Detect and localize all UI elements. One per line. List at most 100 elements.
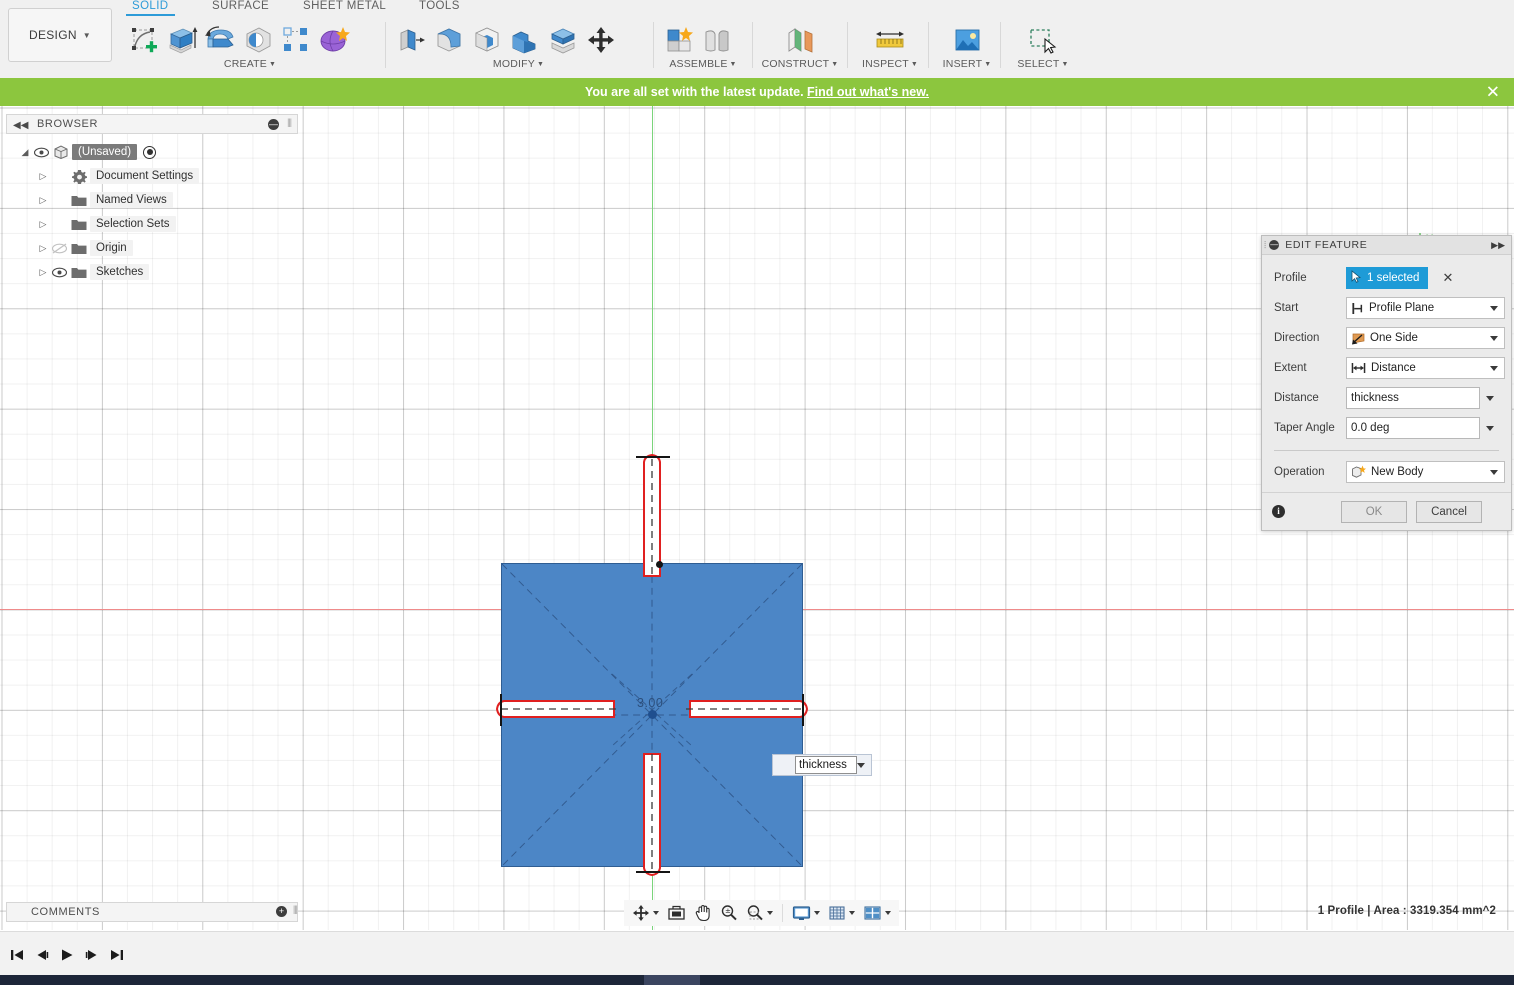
extrude-icon[interactable] — [163, 20, 201, 60]
taper-angle-input[interactable]: 0.0 deg — [1346, 417, 1480, 439]
add-comment-icon[interactable]: + — [276, 906, 287, 917]
extent-dropdown[interactable]: Distance — [1346, 357, 1505, 379]
browser-item-sketches[interactable]: ▷ Sketches — [6, 260, 298, 284]
ribbon-group-assemble-label[interactable]: ASSEMBLE ▼ — [660, 58, 746, 70]
offset-plane-icon[interactable] — [781, 20, 819, 60]
grid-snaps-icon[interactable] — [824, 901, 859, 925]
distance-input[interactable]: thickness — [1346, 387, 1480, 409]
display-settings-icon[interactable] — [788, 901, 824, 925]
revolve-icon[interactable] — [201, 20, 239, 60]
new-component-icon[interactable] — [660, 20, 698, 60]
twisty-collapsed-icon[interactable]: ▷ — [36, 243, 50, 254]
combine-icon[interactable] — [506, 20, 544, 60]
measure-icon[interactable] — [871, 20, 909, 60]
dialog-grip-icon[interactable]: ⦙ — [1264, 240, 1266, 251]
select-window-icon[interactable] — [1024, 20, 1062, 60]
press-pull-icon[interactable] — [392, 20, 430, 60]
sketch-endpoint[interactable] — [656, 561, 663, 568]
chevron-down-icon[interactable] — [1486, 425, 1494, 431]
tab-solid[interactable]: SOLID — [126, 0, 174, 16]
browser-panel: ◀◀ BROWSER — ⦀ ◢ (Unsaved) ▷ Document Se… — [6, 114, 298, 284]
look-at-icon[interactable] — [663, 901, 690, 925]
create-sketch-icon[interactable] — [125, 20, 163, 60]
info-icon[interactable]: i — [1272, 505, 1285, 518]
browser-item-named-views[interactable]: ▷ Named Views — [6, 188, 298, 212]
chevron-down-icon[interactable] — [857, 763, 865, 768]
jump-to-beginning-icon[interactable] — [4, 940, 29, 970]
chevron-down-icon[interactable] — [767, 911, 773, 915]
twisty-collapsed-icon[interactable]: ▷ — [36, 171, 50, 182]
comments-panel[interactable]: COMMENTS — [6, 902, 298, 922]
eye-icon[interactable] — [32, 147, 50, 158]
tab-tools[interactable]: TOOLS — [419, 0, 460, 12]
direction-dropdown[interactable]: One Side — [1346, 327, 1505, 349]
browser-item-origin[interactable]: ▷ Origin — [6, 236, 298, 260]
jump-to-end-icon[interactable] — [104, 940, 129, 970]
chevron-down-icon[interactable] — [1490, 365, 1498, 371]
ok-button[interactable]: OK — [1341, 500, 1407, 523]
dimension-value-input[interactable] — [795, 756, 857, 774]
eye-hidden-icon[interactable] — [50, 242, 68, 254]
ribbon-group-construct-label[interactable]: CONSTRUCT ▼ — [760, 58, 840, 70]
os-taskbar-active-app[interactable] — [644, 975, 700, 985]
step-forward-icon[interactable] — [79, 940, 104, 970]
start-dropdown[interactable]: Profile Plane — [1346, 297, 1505, 319]
chevron-down-icon[interactable] — [653, 911, 659, 915]
pan-icon[interactable] — [690, 901, 716, 925]
comments-grip-icon[interactable]: ⦀ — [293, 905, 298, 918]
step-back-icon[interactable] — [29, 940, 54, 970]
ribbon-group-select-label[interactable]: SELECT ▼ — [1008, 58, 1078, 70]
create-form-icon[interactable] — [315, 20, 353, 60]
joint-icon[interactable] — [698, 20, 736, 60]
chevron-down-icon[interactable] — [1490, 335, 1498, 341]
tab-sheet-metal[interactable]: SHEET METAL — [303, 0, 386, 12]
zoom-icon[interactable]: ± — [716, 901, 742, 925]
notification-link[interactable]: Find out what's new. — [807, 85, 929, 99]
dimension-edit-box[interactable] — [772, 754, 872, 776]
profile-select-button[interactable]: 1 selected — [1346, 267, 1429, 289]
chevron-down-icon[interactable] — [814, 911, 820, 915]
orbit-icon[interactable] — [628, 901, 663, 925]
panel-grip-icon[interactable]: ⦀ — [287, 118, 292, 131]
browser-item-selection-sets[interactable]: ▷ Selection Sets — [6, 212, 298, 236]
viewports-icon[interactable] — [859, 901, 895, 925]
split-body-icon[interactable] — [544, 20, 582, 60]
twisty-collapsed-icon[interactable]: ▷ — [36, 195, 50, 206]
radio-selected-icon[interactable] — [143, 145, 157, 159]
dialog-expand-icon[interactable]: ▶▶ — [1491, 240, 1505, 251]
eye-icon[interactable] — [50, 267, 68, 278]
dialog-minimize-icon[interactable]: — — [1269, 240, 1280, 250]
minimize-icon[interactable]: — — [268, 119, 279, 130]
dialog-header[interactable]: ⦙ — EDIT FEATURE ▶▶ — [1262, 236, 1511, 255]
chevron-down-icon[interactable] — [885, 911, 891, 915]
zoom-window-icon[interactable] — [742, 901, 777, 925]
shell-icon[interactable] — [468, 20, 506, 60]
fillet-icon[interactable] — [430, 20, 468, 60]
chevron-down-icon[interactable] — [1490, 469, 1498, 475]
cancel-button[interactable]: Cancel — [1416, 500, 1482, 523]
chevron-down-icon[interactable] — [1486, 395, 1494, 401]
browser-root-node[interactable]: ◢ (Unsaved) — [6, 140, 298, 164]
chevron-down-icon[interactable] — [1490, 305, 1498, 311]
browser-item-document-settings[interactable]: ▷ Document Settings — [6, 164, 298, 188]
insert-canvas-icon[interactable] — [948, 20, 986, 60]
chevron-down-icon[interactable] — [849, 911, 855, 915]
ribbon-group-insert-label[interactable]: INSERT ▼ — [936, 58, 998, 70]
twisty-expanded-icon[interactable]: ◢ — [18, 147, 32, 158]
close-icon[interactable]: ✕ — [1486, 84, 1500, 101]
comments-title: COMMENTS — [31, 906, 100, 918]
twisty-collapsed-icon[interactable]: ▷ — [36, 267, 50, 278]
operation-dropdown[interactable]: New Body — [1346, 461, 1505, 483]
design-workspace-button[interactable]: DESIGN ▼ — [8, 8, 112, 62]
collapse-panel-icon[interactable]: ◀◀ — [13, 120, 28, 131]
ribbon-group-inspect-label[interactable]: INSPECT ▼ — [855, 58, 925, 70]
sweep-icon[interactable] — [239, 20, 277, 60]
dimension-label[interactable]: 3.00 — [637, 696, 663, 710]
clear-selection-icon[interactable]: ✕ — [1442, 270, 1453, 286]
sketch-origin-point[interactable] — [648, 710, 657, 719]
tab-surface[interactable]: SURFACE — [212, 0, 269, 12]
play-icon[interactable] — [54, 940, 79, 970]
twisty-collapsed-icon[interactable]: ▷ — [36, 219, 50, 230]
move-copy-icon[interactable] — [582, 20, 620, 60]
pattern-icon[interactable] — [277, 20, 315, 60]
